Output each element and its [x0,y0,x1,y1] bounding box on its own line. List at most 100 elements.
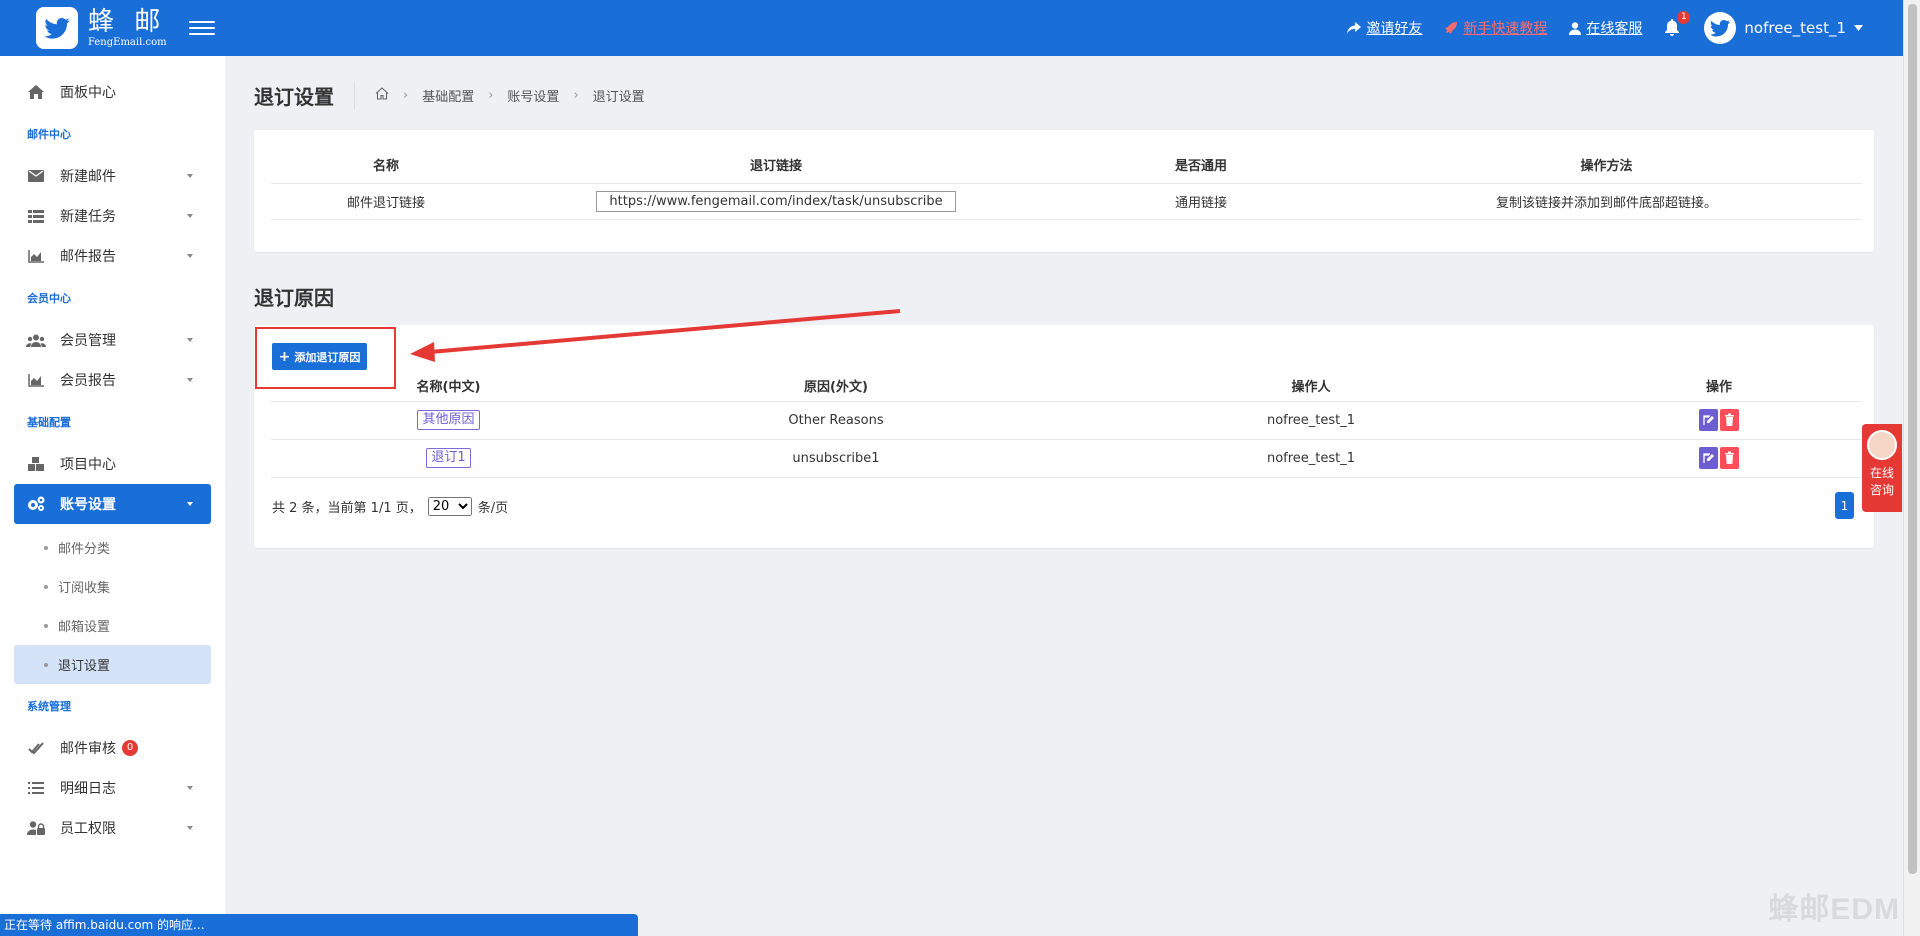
column-header: 名称(中文) [271,371,626,402]
sidebar-item-detail-log[interactable]: 明细日志 [14,768,211,808]
logo-subtitle: FengEmail.com [88,36,167,48]
table-header-row: 名称 退订链接 是否通用 操作方法 [271,147,1862,184]
sidebar-item-staff-permission[interactable]: 员工权限 [14,808,211,848]
unsubscribe-link-table: 名称 退订链接 是否通用 操作方法 邮件退订链接 https://www.fen… [271,147,1862,220]
sidebar-label: 会员管理 [60,333,116,349]
sidebar-item-new-mail[interactable]: 新建邮件 [14,156,211,196]
watermark: 蜂邮EDM [1768,893,1900,926]
username: nofree_test_1 [1744,19,1846,37]
envelope-icon [26,168,46,184]
column-header: 操作方法 [1351,147,1862,184]
delete-button[interactable] [1720,447,1739,469]
sidebar-label: 项目中心 [60,457,116,473]
chevron-right-icon: › [403,87,409,103]
unsubscribe-url-field[interactable]: https://www.fengemail.com/index/task/uns… [596,190,956,212]
home-icon [26,84,46,100]
sidebar-item-account-settings[interactable]: 账号设置 [14,484,211,524]
mail-review-count-badge: 0 [122,740,138,756]
rocket-icon [1445,22,1458,34]
reason-name-tag[interactable]: 退订1 [426,448,471,468]
page-number-button[interactable]: 1 [1835,492,1854,519]
edit-button[interactable] [1699,409,1718,431]
section-heading-base: 基础配置 [27,416,71,429]
page-size-select[interactable]: 20 [427,497,472,516]
column-header: 是否通用 [1051,147,1351,184]
sidebar-subitem-unsubscribe-settings[interactable]: 退订设置 [14,645,211,684]
breadcrumb-item[interactable]: 账号设置 [507,86,559,105]
delete-button[interactable] [1720,409,1739,431]
sidebar-item-new-task[interactable]: 新建任务 [14,196,211,236]
sidebar-item-member-report[interactable]: 会员报告 [14,360,211,400]
sidebar-label: 面板中心 [60,85,116,101]
sidebar-label: 明细日志 [60,781,116,797]
annotation-arrow [410,309,901,362]
user-lock-icon [26,820,46,836]
chevron-right-icon: › [488,87,494,103]
home-icon[interactable] [375,86,389,104]
reason-foreign: unsubscribe1 [626,439,1046,478]
sidebar-item-dashboard[interactable]: 面板中心 [14,72,211,112]
sidebar-label: 邮件审核 [60,741,116,757]
sidebar-item-project-center[interactable]: 项目中心 [14,444,211,484]
tutorial-link[interactable]: 新手快速教程 [1444,18,1547,38]
pager-suffix: 条/页 [477,501,509,516]
section-title-reasons: 退订原因 [254,286,334,310]
sidebar-subitem-subscribe-collect[interactable]: 订阅收集 [14,567,211,606]
sidebar-label: 邮件报告 [60,249,116,265]
area-chart-icon [26,372,46,388]
online-consult-widget[interactable]: 在线 咨询 [1862,424,1902,512]
edit-button[interactable] [1699,447,1718,469]
edit-icon [1703,415,1714,425]
reason-operator: nofree_test_1 [1046,401,1576,440]
sidebar-label: 账号设置 [60,497,116,513]
tutorial-label: 新手快速教程 [1463,21,1548,37]
sidebar-item-member-manage[interactable]: 会员管理 [14,320,211,360]
logo-title: 蜂 邮 [88,6,167,37]
chevron-right-icon: › [573,87,579,103]
sidebar-sublabel: 退订设置 [58,659,111,674]
sidebar-label: 员工权限 [60,821,116,837]
menu-toggle-icon[interactable] [189,17,215,39]
column-header: 退订链接 [501,147,1051,184]
sidebar-item-mail-review[interactable]: 邮件审核 0 [14,728,211,768]
link-common: 通用链接 [1051,183,1351,220]
invite-label: 邀请好友 [1366,21,1423,37]
breadcrumb-item[interactable]: 基础配置 [422,86,474,105]
user-menu[interactable]: nofree_test_1 [1704,12,1863,44]
consult-label-line1: 在线 [1869,466,1894,480]
column-header: 原因(外文) [626,371,1046,402]
column-header: 操作人 [1046,371,1576,402]
column-header: 操作 [1576,371,1862,402]
sidebar-item-mail-report[interactable]: 邮件报告 [14,236,211,276]
notification-bell-icon[interactable]: 1 [1664,11,1691,37]
consult-label-line2: 咨询 [1869,483,1894,497]
avatar [1704,12,1737,44]
reason-name-tag[interactable]: 其他原因 [417,410,480,430]
trash-icon [1725,413,1734,426]
sidebar-subitem-mailbox-settings[interactable]: 邮箱设置 [14,606,211,645]
page-title: 退订设置 [254,80,355,110]
trash-icon [1725,451,1734,464]
link-name: 邮件退订链接 [271,183,501,220]
invite-friends-link[interactable]: 邀请好友 [1347,18,1422,38]
users-icon [26,332,46,348]
add-reason-label: 添加退订原因 [294,350,361,364]
add-reason-button[interactable]: + 添加退订原因 [272,343,367,370]
notification-count-badge: 1 [1677,11,1691,24]
top-navbar: 蜂 邮 FengEmail.com 邀请好友 新手快速教程 在线客服 1 nof… [0,0,1903,56]
reason-foreign: Other Reasons [626,401,1046,440]
sidebar-subitem-mail-category[interactable]: 邮件分类 [14,528,211,567]
breadcrumb-item: 退订设置 [592,89,645,105]
sidebar-sublabel: 邮件分类 [58,542,111,557]
link-method: 复制该链接并添加到邮件底部超链接。 [1351,183,1862,220]
list-icon [26,780,46,796]
vertical-scrollbar[interactable] [1903,0,1920,936]
page-header: 退订设置 › 基础配置 › 账号设置 › 退订设置 [254,78,645,112]
list-grid-icon [26,208,46,224]
browser-status-bar: 正在等待 affim.baidu.com 的响应... [0,914,638,936]
pager-summary: 共 2 条，当前第 1/1 页， [272,501,422,516]
online-support-link[interactable]: 在线客服 [1569,18,1642,38]
section-heading-member: 会员中心 [27,292,71,305]
table-row: 邮件退订链接 https://www.fengemail.com/index/t… [271,183,1862,220]
table-row: 退订1 unsubscribe1 nofree_test_1 [271,439,1862,478]
